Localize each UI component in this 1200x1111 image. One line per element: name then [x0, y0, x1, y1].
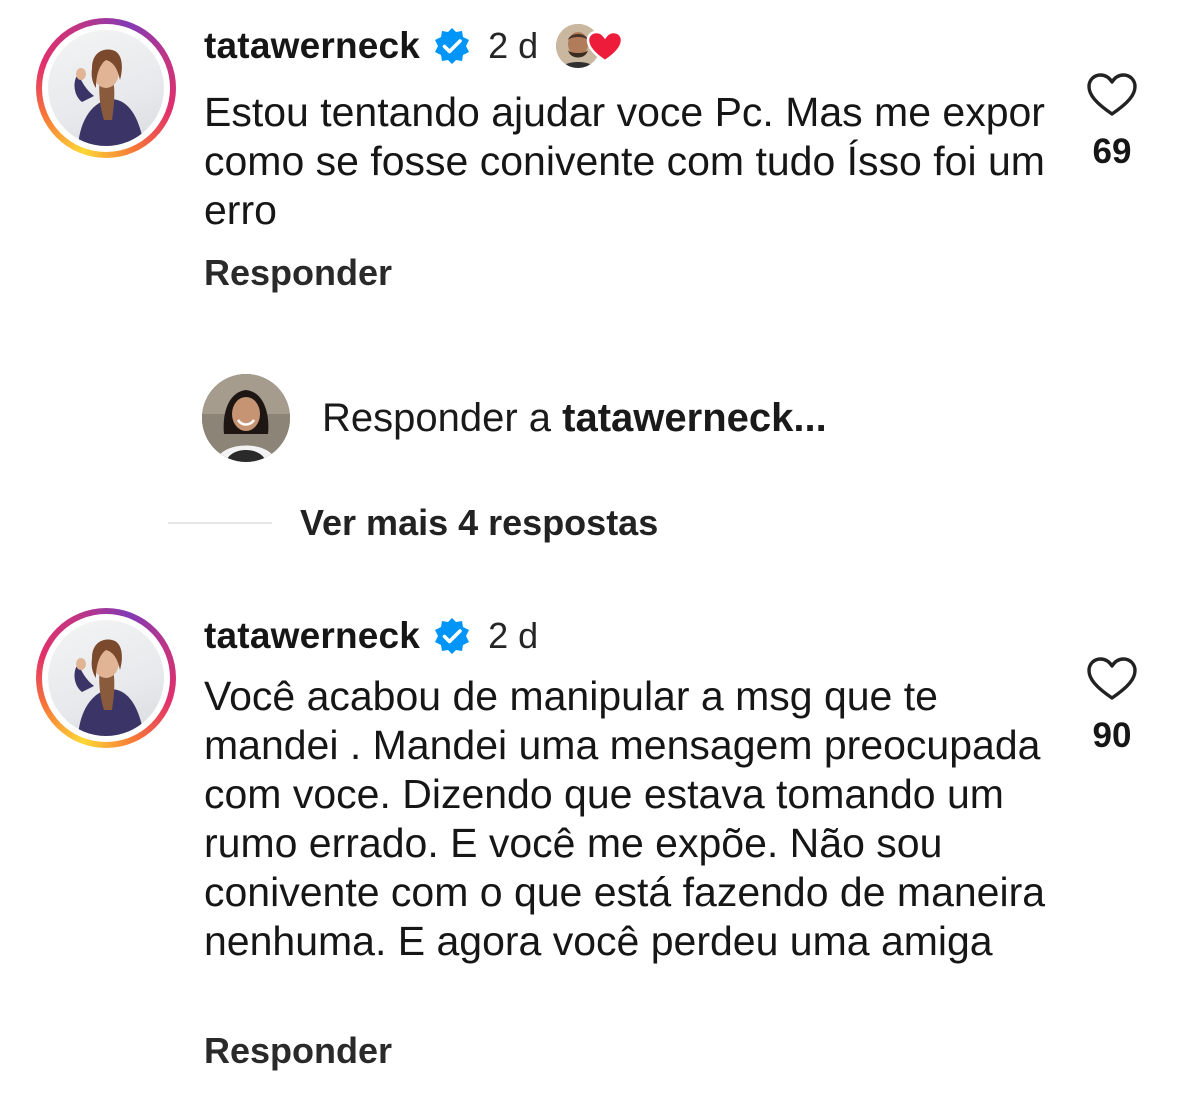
avatar — [48, 30, 164, 146]
username[interactable]: tatawerneck — [204, 615, 420, 657]
like-column: 90 — [1076, 656, 1148, 756]
liked-by-author-indicator — [556, 22, 628, 70]
comment-time: 2 d — [488, 615, 539, 656]
username[interactable]: tatawerneck — [204, 25, 420, 67]
reply-composer-target: tatawerneck... — [562, 395, 827, 440]
view-more-replies-label[interactable]: Ver mais 4 respostas — [300, 502, 658, 544]
comment-text: Estou tentando ajudar voce Pc. Mas me ex… — [204, 89, 1045, 233]
like-count: 90 — [1092, 716, 1132, 755]
red-heart-icon — [586, 30, 624, 64]
like-column: 69 — [1076, 72, 1148, 172]
comment-time: 2 d — [488, 25, 539, 66]
verified-badge-icon — [432, 616, 472, 656]
heart-outline-icon[interactable] — [1086, 656, 1138, 702]
comment-text: Você acabou de manipular a msg que te ma… — [204, 673, 1046, 964]
current-user-avatar — [202, 374, 290, 462]
reply-composer[interactable]: Responder a tatawerneck... — [202, 372, 827, 464]
reply-composer-placeholder[interactable]: Responder a tatawerneck... — [322, 396, 827, 441]
avatar — [48, 620, 164, 736]
view-more-replies[interactable]: Ver mais 4 respostas — [168, 500, 658, 546]
reply-composer-prefix: Responder a — [322, 395, 563, 440]
comment-item: tatawerneck 2 d Estou tentando ajudar vo… — [0, 0, 1200, 310]
like-count: 69 — [1092, 132, 1132, 171]
comment-item: tatawerneck 2 d Você acabou de manipular… — [0, 590, 1200, 1090]
avatar-story-ring[interactable] — [36, 18, 176, 158]
verified-badge-icon — [432, 26, 472, 66]
heart-outline-icon[interactable] — [1086, 72, 1138, 118]
reply-button[interactable]: Responder — [204, 1030, 392, 1072]
reply-button[interactable]: Responder — [204, 252, 392, 294]
avatar-story-ring[interactable] — [36, 608, 176, 748]
thread-divider — [168, 522, 272, 524]
comment-header: tatawerneck 2 d — [204, 612, 538, 660]
comment-header: tatawerneck 2 d — [204, 22, 628, 70]
